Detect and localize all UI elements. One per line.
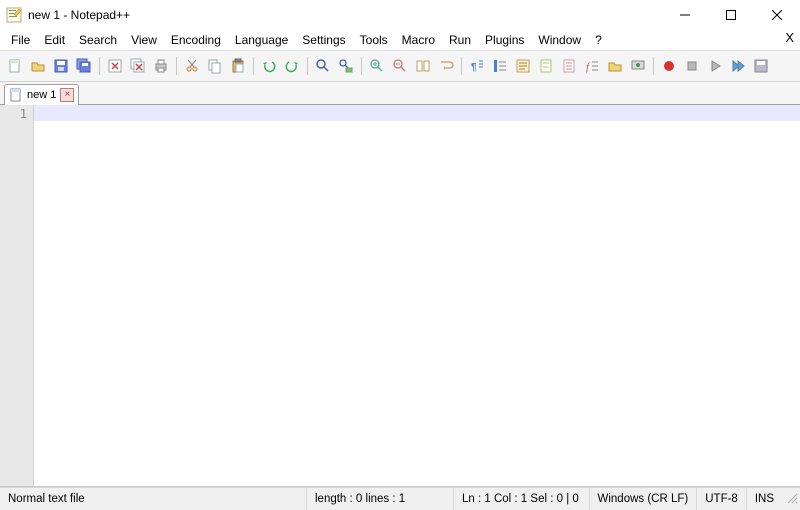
current-line-highlight — [34, 105, 800, 121]
print-icon[interactable] — [150, 55, 172, 77]
wrap-icon[interactable] — [435, 55, 457, 77]
zoom-out-icon[interactable] — [389, 55, 411, 77]
menu-language[interactable]: Language — [228, 31, 295, 49]
close-all-icon[interactable] — [127, 55, 149, 77]
menubar: File Edit Search View Encoding Language … — [0, 30, 800, 50]
menu-settings[interactable]: Settings — [295, 31, 352, 49]
new-file-icon[interactable] — [4, 55, 26, 77]
tabbar: new 1 × — [0, 82, 800, 105]
doc-map-icon[interactable] — [535, 55, 557, 77]
close-file-icon[interactable] — [104, 55, 126, 77]
maximize-button[interactable] — [708, 0, 754, 30]
find-icon[interactable] — [312, 55, 334, 77]
folder-workspace-icon[interactable] — [604, 55, 626, 77]
menu-encoding[interactable]: Encoding — [164, 31, 228, 49]
status-eol[interactable]: Windows (CR LF) — [590, 488, 698, 510]
save-icon[interactable] — [50, 55, 72, 77]
show-all-chars-icon[interactable]: ¶ — [466, 55, 488, 77]
open-file-icon[interactable] — [27, 55, 49, 77]
close-button[interactable] — [754, 0, 800, 30]
menu-plugins[interactable]: Plugins — [478, 31, 531, 49]
secondary-close-icon[interactable]: X — [785, 30, 794, 45]
indent-guide-icon[interactable] — [489, 55, 511, 77]
line-number: 1 — [0, 107, 27, 121]
minimize-button[interactable] — [662, 0, 708, 30]
menu-tools[interactable]: Tools — [353, 31, 395, 49]
menu-view[interactable]: View — [124, 31, 164, 49]
line-gutter: 1 — [0, 105, 34, 486]
doc-list-icon[interactable] — [558, 55, 580, 77]
monitor-icon[interactable] — [627, 55, 649, 77]
menu-help[interactable]: ? — [588, 31, 609, 49]
save-macro-icon[interactable] — [750, 55, 772, 77]
svg-text:f: f — [586, 61, 591, 73]
function-list-icon[interactable]: f — [581, 55, 603, 77]
redo-icon[interactable] — [281, 55, 303, 77]
tab-label: new 1 — [27, 89, 56, 101]
menu-edit[interactable]: Edit — [37, 31, 72, 49]
titlebar: new 1 - Notepad++ — [0, 0, 800, 30]
menu-search[interactable]: Search — [72, 31, 124, 49]
sync-scroll-icon[interactable] — [412, 55, 434, 77]
tab-new-1[interactable]: new 1 × — [4, 84, 79, 105]
save-all-icon[interactable] — [73, 55, 95, 77]
menu-run[interactable]: Run — [442, 31, 478, 49]
play-macro-icon[interactable] — [704, 55, 726, 77]
status-length: length : 0 lines : 1 — [307, 488, 454, 510]
toolbar: ¶ f — [0, 50, 800, 82]
udl-icon[interactable] — [512, 55, 534, 77]
file-icon — [9, 88, 23, 102]
text-editor[interactable] — [34, 105, 800, 486]
menu-macro[interactable]: Macro — [395, 31, 442, 49]
svg-text:¶: ¶ — [471, 62, 477, 73]
paste-icon[interactable] — [227, 55, 249, 77]
replace-icon[interactable] — [335, 55, 357, 77]
stop-macro-icon[interactable] — [681, 55, 703, 77]
editor-area: 1 — [0, 105, 800, 487]
status-filetype: Normal text file — [0, 488, 307, 510]
copy-icon[interactable] — [204, 55, 226, 77]
menu-file[interactable]: File — [4, 31, 37, 49]
status-insert-mode[interactable]: INS — [747, 488, 782, 510]
status-position: Ln : 1 Col : 1 Sel : 0 | 0 — [454, 488, 590, 510]
undo-icon[interactable] — [258, 55, 280, 77]
play-multi-icon[interactable] — [727, 55, 749, 77]
status-encoding[interactable]: UTF-8 — [697, 488, 747, 510]
cut-icon[interactable] — [181, 55, 203, 77]
record-macro-icon[interactable] — [658, 55, 680, 77]
statusbar: Normal text file length : 0 lines : 1 Ln… — [0, 487, 800, 510]
app-icon — [6, 7, 22, 23]
resize-grip-icon[interactable] — [782, 492, 800, 506]
tab-close-icon[interactable]: × — [60, 88, 74, 102]
menu-window[interactable]: Window — [531, 31, 588, 49]
zoom-in-icon[interactable] — [366, 55, 388, 77]
window-title: new 1 - Notepad++ — [28, 8, 130, 22]
